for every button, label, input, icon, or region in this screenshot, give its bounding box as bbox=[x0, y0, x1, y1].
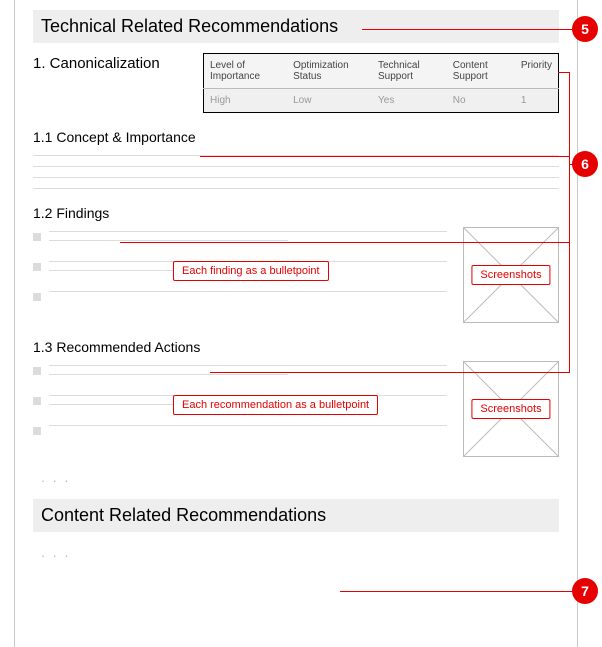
thumb-label-pill: Screenshots bbox=[471, 399, 550, 419]
thumb-label-pill: Screenshots bbox=[471, 265, 550, 285]
table-cell: High bbox=[204, 89, 288, 113]
callout-badge-6: 6 bbox=[572, 151, 598, 177]
table-header: Priority bbox=[515, 54, 559, 89]
placeholder-lines bbox=[33, 155, 559, 189]
callout-badge-7: 7 bbox=[572, 578, 598, 604]
annotation-pill: Each recommendation as a bulletpoint bbox=[173, 395, 378, 415]
section-header-technical: Technical Related Recommendations bbox=[33, 10, 559, 43]
page-wireframe: Technical Related Recommendations 1. Can… bbox=[14, 0, 578, 647]
attributes-table: Level of Importance Optimization Status … bbox=[203, 53, 559, 113]
connector-line bbox=[362, 29, 578, 30]
connector-line bbox=[558, 72, 570, 73]
connector-line bbox=[210, 372, 570, 373]
ellipsis: . . . bbox=[41, 544, 559, 560]
bullet-item bbox=[33, 365, 447, 383]
subsection-title: 1.2 Findings bbox=[33, 205, 559, 221]
annotation-pill: Each finding as a bulletpoint bbox=[173, 261, 329, 281]
subsection-title: 1.3 Recommended Actions bbox=[33, 339, 559, 355]
table-cell: No bbox=[447, 89, 515, 113]
bullet-item bbox=[33, 425, 447, 435]
bullet-icon bbox=[33, 367, 41, 375]
section-header-text: Technical Related Recommendations bbox=[41, 16, 338, 36]
table-cell: Low bbox=[287, 89, 372, 113]
table-header: Content Support bbox=[447, 54, 515, 89]
connector-line bbox=[120, 242, 570, 243]
table-header: Optimization Status bbox=[287, 54, 372, 89]
table-header: Technical Support bbox=[372, 54, 447, 89]
subsection-title: 1.1 Concept & Importance bbox=[33, 129, 559, 145]
bullet-icon bbox=[33, 427, 41, 435]
bullet-block: Screenshots Each recommendation as a bul… bbox=[33, 361, 559, 457]
bullet-item bbox=[33, 231, 447, 249]
table-cell: Yes bbox=[372, 89, 447, 113]
callout-badge-5: 5 bbox=[572, 16, 598, 42]
item-title: 1. Canonicalization bbox=[33, 53, 193, 72]
connector-line bbox=[200, 156, 570, 157]
section-header-text: Content Related Recommendations bbox=[41, 505, 326, 525]
bullet-icon bbox=[33, 233, 41, 241]
section-header-content: Content Related Recommendations bbox=[33, 499, 559, 532]
bullet-icon bbox=[33, 263, 41, 271]
screenshot-placeholder: Screenshots bbox=[463, 361, 559, 457]
bullet-icon bbox=[33, 397, 41, 405]
bullet-icon bbox=[33, 293, 41, 301]
table-header: Level of Importance bbox=[204, 54, 288, 89]
connector-line bbox=[340, 591, 578, 592]
item-row: 1. Canonicalization Level of Importance … bbox=[33, 53, 559, 113]
ellipsis: . . . bbox=[41, 469, 559, 485]
table-cell: 1 bbox=[515, 89, 559, 113]
connector-line bbox=[569, 72, 570, 372]
bullet-item bbox=[33, 291, 447, 301]
